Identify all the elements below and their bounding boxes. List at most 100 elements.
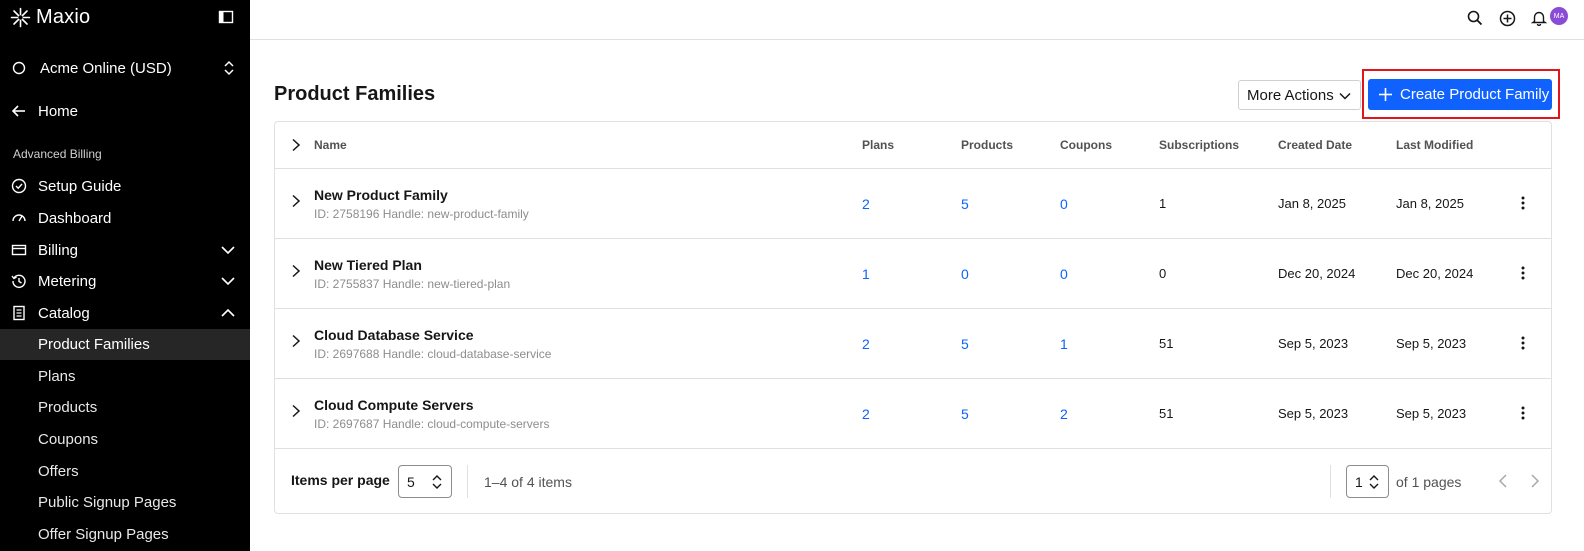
- next-page-icon[interactable]: [1526, 472, 1544, 490]
- add-circle-icon[interactable]: [1498, 9, 1516, 27]
- row-created-date: Sep 5, 2023: [1278, 406, 1349, 421]
- row-name[interactable]: New Product Family: [314, 187, 448, 203]
- row-plans-link[interactable]: 1: [862, 266, 870, 282]
- gauge-icon: [12, 214, 26, 222]
- nav-metering[interactable]: Metering: [0, 266, 250, 296]
- table-header: Name Plans Products Coupons Subscription…: [275, 122, 1551, 169]
- account-circle-icon: [12, 61, 26, 75]
- history-icon: [11, 274, 26, 289]
- logo-row: Maxio: [0, 0, 250, 34]
- row-last-modified: Sep 5, 2023: [1396, 406, 1467, 421]
- row-name[interactable]: Cloud Compute Servers: [314, 397, 473, 413]
- row-expand-chevron-icon[interactable]: [289, 404, 303, 418]
- notification-bell-icon[interactable]: [1530, 9, 1548, 27]
- sidebar-collapse-icon[interactable]: [218, 9, 234, 25]
- overflow-menu-icon[interactable]: [1515, 405, 1531, 421]
- column-header-subscriptions[interactable]: Subscriptions: [1159, 138, 1239, 152]
- items-per-page-select[interactable]: 5: [398, 465, 452, 498]
- item-range: 1–4 of 4 items: [484, 474, 572, 490]
- row-plans-link[interactable]: 2: [862, 196, 870, 212]
- items-per-page-value: 5: [407, 473, 415, 490]
- prev-page-icon[interactable]: [1494, 472, 1512, 490]
- row-expand-chevron-icon[interactable]: [289, 194, 303, 208]
- expand-all-chevron-icon[interactable]: [289, 138, 303, 152]
- row-meta: ID: 2697688 Handle: cloud-database-servi…: [314, 347, 552, 361]
- sidebar-item-coupons[interactable]: Coupons: [0, 424, 250, 455]
- table-row[interactable]: Cloud Compute Servers ID: 2697687 Handle…: [275, 379, 1551, 449]
- table-row[interactable]: Cloud Database Service ID: 2697688 Handl…: [275, 309, 1551, 379]
- create-product-family-button[interactable]: Create Product Family: [1368, 79, 1552, 110]
- row-coupons-link[interactable]: 1: [1060, 336, 1068, 352]
- chevron-down-icon: [221, 246, 235, 255]
- card-icon: [11, 244, 27, 256]
- check-circle-icon: [11, 178, 27, 194]
- sidebar-item-products[interactable]: Products: [0, 392, 250, 423]
- row-meta: ID: 2755837 Handle: new-tiered-plan: [314, 277, 511, 291]
- sidebar-item-offers[interactable]: Offers: [0, 456, 250, 487]
- product-families-table: Name Plans Products Coupons Subscription…: [274, 121, 1552, 514]
- maxio-logo-icon: [10, 7, 31, 28]
- row-coupons-link[interactable]: 0: [1060, 196, 1068, 212]
- row-coupons-link[interactable]: 2: [1060, 406, 1068, 422]
- page-number-select[interactable]: 1: [1346, 465, 1389, 498]
- table-row[interactable]: New Tiered Plan ID: 2755837 Handle: new-…: [275, 239, 1551, 309]
- column-header-created-date[interactable]: Created Date: [1278, 138, 1352, 152]
- row-created-date: Dec 20, 2024: [1278, 266, 1356, 281]
- sidebar-item-offer-signup-pages[interactable]: Offer Signup Pages: [0, 519, 250, 550]
- more-actions-button[interactable]: More Actions: [1238, 80, 1361, 110]
- row-subscriptions: 1: [1159, 196, 1167, 211]
- page-title: Product Families: [274, 83, 436, 105]
- nav-dashboard[interactable]: Dashboard: [0, 203, 250, 233]
- column-header-products[interactable]: Products: [961, 138, 1013, 152]
- row-expand-chevron-icon[interactable]: [289, 334, 303, 348]
- overflow-menu-icon[interactable]: [1515, 265, 1531, 281]
- divider: [467, 465, 468, 498]
- table-row[interactable]: New Product Family ID: 2758196 Handle: n…: [275, 169, 1551, 239]
- row-expand-chevron-icon[interactable]: [289, 264, 303, 278]
- column-header-coupons[interactable]: Coupons: [1060, 138, 1112, 152]
- nav-billing[interactable]: Billing: [0, 235, 250, 265]
- avatar[interactable]: MA: [1550, 7, 1568, 25]
- document-icon: [13, 305, 25, 321]
- nav-home[interactable]: Home: [0, 96, 250, 126]
- overflow-menu-icon[interactable]: [1515, 195, 1531, 211]
- account-label: Acme Online (USD): [40, 59, 172, 77]
- account-switcher[interactable]: Acme Online (USD): [0, 52, 250, 84]
- main-content: MA Product Families More Actions Create …: [250, 0, 1584, 551]
- row-created-date: Sep 5, 2023: [1278, 336, 1349, 351]
- chevron-updown-icon: [224, 60, 234, 76]
- arrow-left-icon: [11, 105, 25, 117]
- chevron-down-icon: [221, 277, 235, 286]
- row-coupons-link[interactable]: 0: [1060, 266, 1068, 282]
- row-name[interactable]: New Tiered Plan: [314, 257, 422, 273]
- row-products-link[interactable]: 5: [961, 336, 969, 352]
- row-products-link[interactable]: 5: [961, 406, 969, 422]
- chevron-updown-icon: [1369, 475, 1379, 489]
- row-created-date: Jan 8, 2025: [1278, 196, 1346, 211]
- nav-setup-guide[interactable]: Setup Guide: [0, 171, 250, 201]
- pagination: Items per page 5 1–4 of 4 items 1 of 1 p…: [275, 450, 1551, 513]
- nav-catalog[interactable]: Catalog: [0, 298, 250, 328]
- row-name[interactable]: Cloud Database Service: [314, 327, 474, 343]
- row-products-link[interactable]: 5: [961, 196, 969, 212]
- chevron-up-icon: [221, 308, 235, 317]
- column-header-plans[interactable]: Plans: [862, 138, 894, 152]
- search-icon[interactable]: [1466, 9, 1484, 27]
- overflow-menu-icon[interactable]: [1515, 335, 1531, 351]
- nav-setup-guide-label: Setup Guide: [38, 177, 122, 195]
- sidebar: Maxio Acme Online (USD) Home Advanced Bi…: [0, 0, 250, 551]
- plus-icon: [1379, 88, 1392, 101]
- row-subscriptions: 0: [1159, 266, 1167, 281]
- sidebar-item-public-signup-pages[interactable]: Public Signup Pages: [0, 487, 250, 518]
- topbar: MA: [250, 0, 1584, 40]
- logo[interactable]: Maxio: [10, 6, 90, 29]
- nav-billing-label: Billing: [38, 241, 79, 259]
- row-plans-link[interactable]: 2: [862, 336, 870, 352]
- column-header-last-modified[interactable]: Last Modified: [1396, 138, 1473, 152]
- sidebar-item-product-families[interactable]: Product Families: [0, 329, 250, 360]
- sidebar-item-plans[interactable]: Plans: [0, 361, 250, 392]
- row-products-link[interactable]: 0: [961, 266, 969, 282]
- chevron-updown-icon: [432, 475, 442, 489]
- column-header-name[interactable]: Name: [314, 138, 347, 152]
- row-plans-link[interactable]: 2: [862, 406, 870, 422]
